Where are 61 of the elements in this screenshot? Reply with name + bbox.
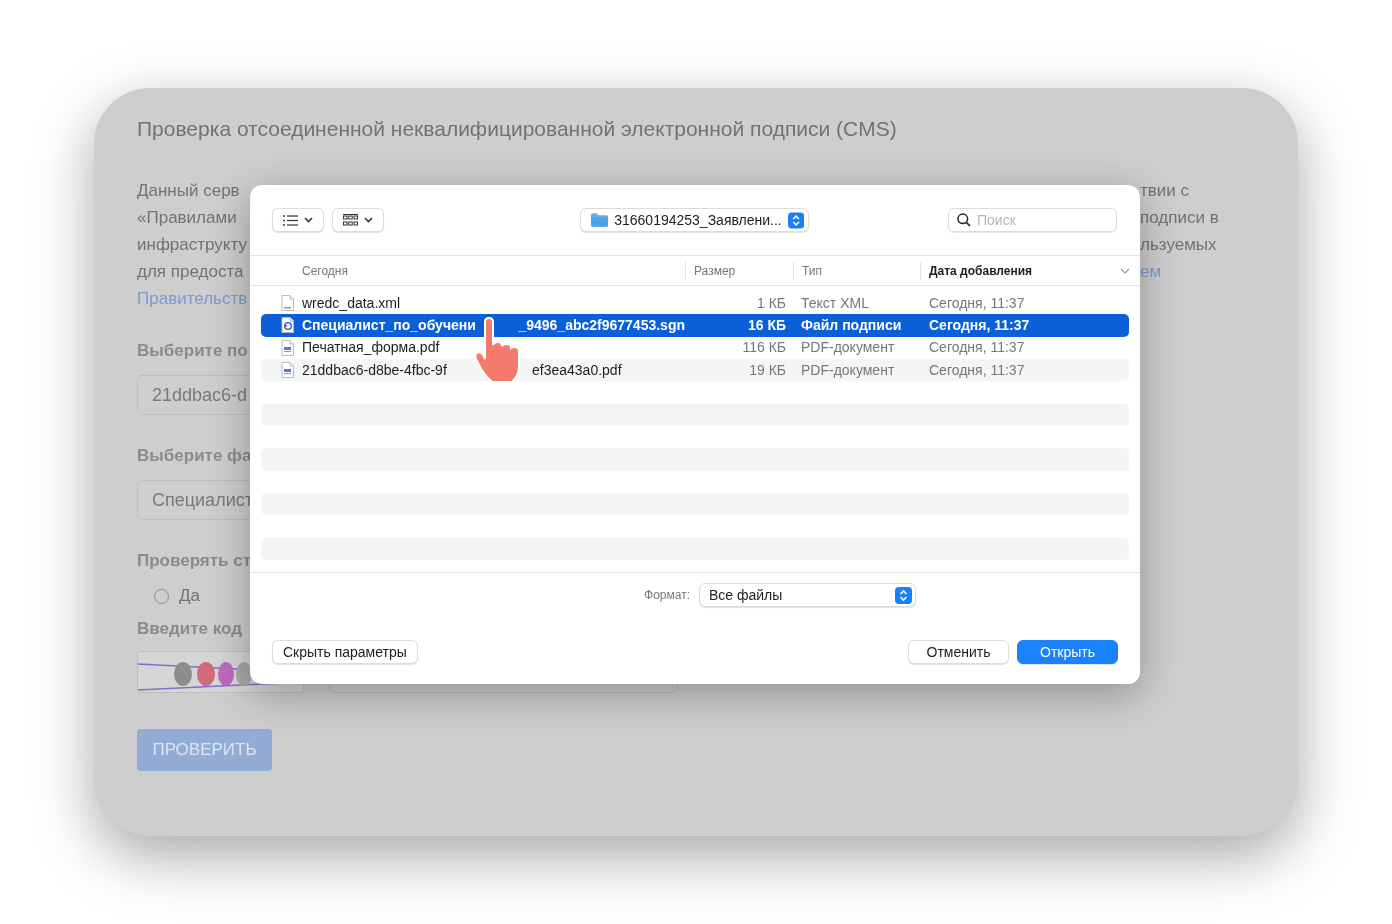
file-name: ef3ea43a0.pdf (532, 360, 622, 380)
signature-file-icon (281, 317, 295, 334)
file-type: PDF-документ (800, 360, 896, 380)
chevron-down-icon (1120, 267, 1130, 274)
text-line: инфраструкту (137, 235, 247, 254)
folder-popup-button[interactable]: 31660194253_Заявлени... (580, 208, 809, 232)
file-name: _9496_abc2f9677453.sgn (518, 316, 685, 335)
search-icon (957, 213, 971, 227)
cancel-button[interactable]: Отменить (908, 640, 1009, 664)
grid-icon (343, 213, 358, 227)
search-field[interactable]: Поиск (948, 208, 1117, 232)
file-date: Сегодня, 11:37 (929, 293, 1026, 313)
field-label: Введите код (137, 618, 242, 640)
text-line: льзуемых (1140, 235, 1217, 254)
text-line: «Правилами (137, 208, 237, 227)
file-type: Файл подписи (800, 316, 903, 335)
field-label: Выберите фа (137, 445, 252, 467)
column-header[interactable]: Тип (802, 261, 822, 280)
file-size: 116 КБ (741, 338, 786, 358)
chevron-down-icon (364, 217, 373, 223)
field-label: Выберите по (137, 340, 248, 362)
file-name: wredc_data.xml (302, 293, 401, 313)
pdf-file-icon (281, 362, 295, 379)
file-row[interactable]: 21ddbac6-d8be-4fbc-9f ef3ea43a0.pdf 19 КБ PDF-документ Сегодня, 11:37 (261, 359, 1129, 382)
text-line: для предоста (137, 262, 244, 281)
file-date: Сегодня, 11:37 (929, 316, 1031, 335)
text-line: Данный серв (137, 181, 240, 200)
column-header[interactable]: Сегодня (302, 261, 348, 280)
column-header[interactable]: Размер (694, 261, 736, 280)
stepper-icon (895, 586, 912, 604)
text-line: твии с (1140, 181, 1190, 200)
page-title: Проверка отсоединенной неквалифицированной электронной подписи (CMS) (137, 116, 898, 141)
list-icon (283, 214, 298, 226)
file-row[interactable]: Специалист_по_обучени _9496_abc2f9677453.sgn 16 КБ Файл подписи Сегодня, 11:37 (261, 314, 1129, 337)
hide-options-button[interactable]: Скрыть параметры (272, 640, 418, 664)
format-select[interactable]: Все файлы (699, 583, 916, 607)
file-row[interactable]: Печатная_форма.pdf 116 КБ PDF-документ Сегодня, 11:37 (261, 336, 1129, 359)
text-line: подписи в (1140, 208, 1219, 227)
file-date: Сегодня, 11:37 (929, 360, 1026, 380)
file-date: Сегодня, 11:37 (929, 338, 1026, 358)
open-button[interactable]: Открыть (1017, 640, 1118, 664)
radio-label: Да (179, 585, 200, 608)
list-view-button[interactable] (272, 208, 324, 232)
file-size: 19 КБ (748, 360, 786, 380)
file-name: Печатная_форма.pdf (302, 338, 440, 358)
icon-view-button[interactable] (332, 208, 384, 232)
file-row[interactable]: wredc_data.xml 1 КБ Текст XML Сегодня, 11:37 (261, 292, 1129, 315)
file-size: 16 КБ (746, 316, 786, 335)
document-icon (281, 295, 295, 312)
file-type: Текст XML (800, 293, 870, 313)
folder-icon (591, 213, 609, 227)
format-label: Формат: (644, 587, 690, 604)
chevron-down-icon (304, 217, 313, 223)
file-name: Специалист_по_обучени (302, 316, 477, 335)
stepper-icon (787, 211, 804, 229)
file-type: PDF-документ (800, 338, 896, 358)
field-label: Проверять ст (137, 550, 252, 572)
file-size: 1 КБ (755, 293, 786, 313)
pdf-file-icon (281, 339, 295, 356)
column-header[interactable]: Дата добавления (929, 261, 1033, 280)
file-name: 21ddbac6-d8be-4fbc-9f (302, 360, 448, 380)
